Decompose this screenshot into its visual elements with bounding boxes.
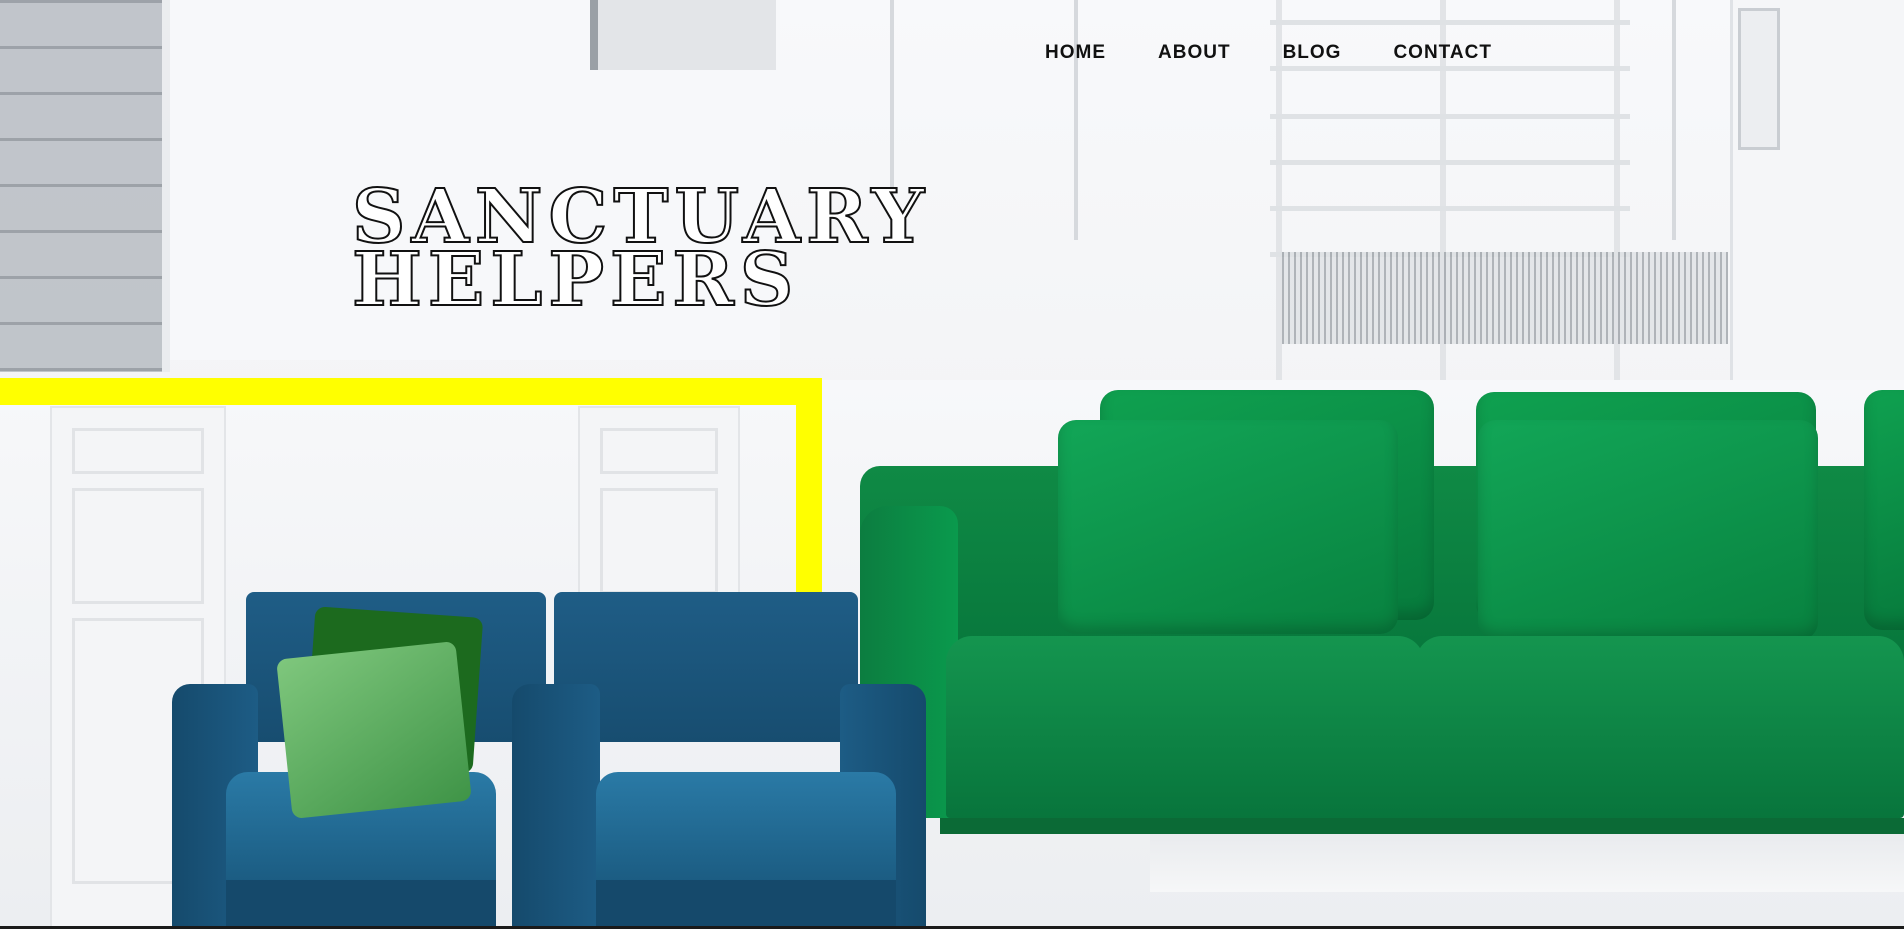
background-door-frame	[1074, 0, 1078, 240]
hero-section	[0, 0, 1904, 929]
sofa-seat-cushion	[1416, 636, 1904, 818]
sofa-base	[940, 818, 1904, 834]
nav-about-link[interactable]: ABOUT	[1158, 42, 1231, 64]
sofa-pillow	[1864, 390, 1904, 630]
sofa-pillow	[1478, 420, 1818, 640]
background-shelf	[1270, 114, 1630, 119]
main-nav: HOME ABOUT BLOG CONTACT	[1045, 42, 1492, 64]
accent-frame-right	[796, 378, 822, 598]
background-door	[578, 406, 740, 610]
background-radiator	[1282, 252, 1728, 344]
sofa-pillow	[1058, 420, 1398, 634]
background-shelf	[1270, 20, 1630, 25]
background-shelf	[1270, 160, 1630, 165]
background-picture-frame	[1738, 8, 1780, 150]
throw-pillow	[276, 641, 472, 819]
site-title: SANCTUARY HELPERS	[351, 179, 930, 318]
background-shelf	[1270, 66, 1630, 71]
sofa-seat-cushion	[946, 636, 1424, 818]
accent-frame-top	[0, 378, 822, 405]
nav-home-link[interactable]: HOME	[1045, 42, 1106, 64]
sofa-legs	[1150, 834, 1904, 892]
background-door-frame	[1672, 0, 1676, 240]
background-pillar	[590, 0, 776, 70]
armchair	[512, 592, 926, 929]
nav-contact-link[interactable]: CONTACT	[1393, 42, 1491, 64]
nav-blog-link[interactable]: BLOG	[1283, 42, 1342, 64]
background-window	[0, 0, 170, 372]
background-shelf	[1270, 206, 1630, 211]
